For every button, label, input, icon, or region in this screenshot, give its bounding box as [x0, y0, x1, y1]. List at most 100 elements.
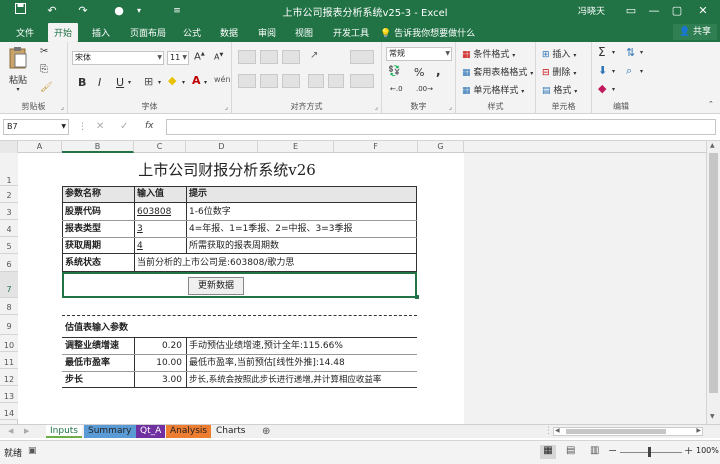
sort-filter-icon[interactable]: ⇅ — [626, 46, 635, 59]
increase-indent-icon[interactable] — [328, 74, 344, 88]
min-pe-input[interactable]: 10.00 — [134, 355, 182, 371]
row-header[interactable]: 2 — [0, 186, 18, 203]
scroll-up-icon[interactable]: ▲ — [710, 142, 715, 149]
save-icon[interactable] — [11, 3, 29, 19]
normal-view-icon[interactable]: ▦ — [540, 445, 556, 459]
align-left-icon[interactable] — [238, 74, 256, 88]
clear-icon[interactable]: ◆ — [598, 82, 606, 95]
border-icon[interactable]: ⊞ — [144, 75, 153, 88]
sheet-tab-inputs[interactable]: Inputs — [46, 425, 82, 438]
ribbon-display-icon[interactable]: ▭ — [620, 3, 642, 19]
cancel-icon[interactable]: ✕ — [96, 121, 104, 132]
sheet-tab-charts[interactable]: Charts — [212, 425, 249, 438]
zoom-in-icon[interactable]: + — [684, 444, 693, 457]
row-header[interactable]: 1 — [0, 153, 18, 186]
zoom-slider-thumb[interactable] — [648, 447, 651, 457]
row-header[interactable]: 12 — [0, 369, 18, 386]
format-painter-icon[interactable]: 🖌 — [40, 82, 53, 93]
col-header-e[interactable]: E — [258, 141, 334, 153]
row-header-selected[interactable]: 7 — [0, 272, 18, 298]
font-launcher-icon[interactable]: ⌟ — [225, 103, 228, 111]
tell-me-search[interactable]: 💡 告诉我你想要做什么 — [380, 26, 475, 39]
user-name[interactable]: 冯晓天 — [578, 4, 605, 17]
col-header-c[interactable]: C — [134, 141, 186, 153]
col-header-a[interactable]: A — [18, 141, 62, 153]
tab-formulas[interactable]: 公式 — [183, 26, 201, 39]
find-select-icon[interactable]: ⌕ — [626, 64, 632, 78]
font-size-select[interactable]: 11 ▼ — [167, 51, 189, 65]
zoom-slider[interactable] — [620, 452, 682, 453]
underline-button[interactable]: U — [116, 76, 124, 89]
maximize-icon[interactable]: ▢ — [666, 3, 688, 19]
fill-color-icon[interactable]: ◆ — [168, 74, 176, 87]
row-header[interactable]: 3 — [0, 203, 18, 220]
vertical-scroll-thumb[interactable] — [709, 153, 718, 393]
insert-cells-button[interactable]: ⊞ 插入 ▾ — [542, 47, 576, 60]
sheet-tab-analysis[interactable]: Analysis — [166, 425, 212, 438]
undo-icon[interactable]: ↶ — [43, 3, 61, 19]
row-header[interactable]: 10 — [0, 335, 18, 352]
minimize-icon[interactable]: — — [643, 3, 665, 19]
top-align-icon[interactable] — [238, 50, 256, 64]
close-icon[interactable]: ✕ — [692, 3, 714, 19]
phonetic-icon[interactable]: wén — [214, 75, 231, 84]
row-header[interactable]: 11 — [0, 352, 18, 369]
align-right-icon[interactable] — [282, 74, 300, 88]
scroll-down-icon[interactable]: ▼ — [710, 413, 715, 420]
touch-mode-icon[interactable]: ● — [110, 3, 128, 19]
collapse-ribbon-icon[interactable]: ⌃ — [708, 100, 714, 108]
touch-mode-dropdown-icon[interactable]: ▾ — [130, 3, 148, 19]
row-header[interactable]: 6 — [0, 254, 18, 272]
copy-icon[interactable]: ⎘ — [40, 64, 48, 75]
cell-styles-button[interactable]: ▦ 单元格样式 ▾ — [462, 83, 524, 96]
row-header[interactable]: 5 — [0, 237, 18, 254]
customize-icon[interactable]: ≡ — [168, 3, 186, 19]
zoom-out-icon[interactable]: − — [608, 444, 617, 457]
sort-filter-dropdown-icon[interactable]: ▾ — [640, 49, 643, 56]
update-data-button[interactable]: 更新数据 — [188, 277, 244, 295]
merge-center-icon[interactable] — [350, 74, 374, 88]
vertical-scrollbar[interactable]: ▲ ▼ — [706, 141, 720, 424]
clipboard-launcher-icon[interactable]: ⌟ — [61, 103, 64, 111]
step-input[interactable]: 3.00 — [134, 372, 182, 388]
tab-insert[interactable]: 插入 — [92, 26, 110, 39]
enter-icon[interactable]: ✓ — [120, 121, 128, 132]
border-dropdown-icon[interactable]: ▾ — [158, 79, 161, 86]
autosum-dropdown-icon[interactable]: ▾ — [612, 49, 615, 56]
scroll-left-icon[interactable]: ◀ — [555, 427, 560, 434]
fill-icon[interactable]: ⬇ — [598, 64, 607, 77]
share-button[interactable]: 👤 共享 — [673, 24, 717, 40]
sheet-tab-summary[interactable]: Summary — [84, 425, 136, 438]
col-header-d[interactable]: D — [186, 141, 258, 153]
row-header[interactable]: 8 — [0, 298, 18, 315]
conditional-formatting-button[interactable]: ▦ 条件格式 ▾ — [462, 47, 515, 60]
bold-button[interactable]: B — [78, 76, 86, 89]
autosum-icon[interactable]: Σ — [598, 45, 606, 59]
formula-input[interactable] — [166, 119, 716, 135]
row-header[interactable]: 14 — [0, 403, 18, 420]
period-input[interactable]: 4 — [134, 238, 143, 254]
number-launcher-icon[interactable]: ⌟ — [449, 103, 452, 111]
col-header-f[interactable]: F — [334, 141, 418, 153]
decrease-decimal-icon[interactable]: .00→ — [416, 85, 433, 93]
format-cells-button[interactable]: ▤ 格式 ▾ — [542, 83, 577, 96]
row-header[interactable]: 4 — [0, 220, 18, 237]
wrap-text-icon[interactable] — [350, 50, 374, 64]
decrease-indent-icon[interactable] — [308, 74, 324, 88]
tab-view[interactable]: 视图 — [295, 26, 313, 39]
tab-home[interactable]: 开始 — [48, 23, 79, 42]
col-header-g[interactable]: G — [418, 141, 464, 153]
insert-function-icon[interactable]: fx — [145, 121, 154, 131]
zoom-level[interactable]: 100% — [696, 446, 719, 455]
underline-dropdown-icon[interactable]: ▾ — [128, 79, 131, 86]
horizontal-scroll-thumb[interactable] — [566, 429, 666, 434]
format-as-table-button[interactable]: ▦ 套用表格格式 ▾ — [462, 65, 533, 78]
orientation-icon[interactable]: ↗ — [310, 50, 318, 61]
sheet-title[interactable]: 上市公司财报分析系统v26 — [62, 159, 392, 181]
page-break-view-icon[interactable]: ▥ — [590, 445, 599, 456]
scroll-right-icon[interactable]: ▶ — [696, 427, 701, 434]
tab-page-layout[interactable]: 页面布局 — [130, 26, 166, 39]
stock-code-input[interactable]: 603808 — [134, 204, 171, 220]
delete-cells-button[interactable]: ⊟ 删除 ▾ — [542, 65, 576, 78]
row-header[interactable]: 9 — [0, 315, 18, 335]
